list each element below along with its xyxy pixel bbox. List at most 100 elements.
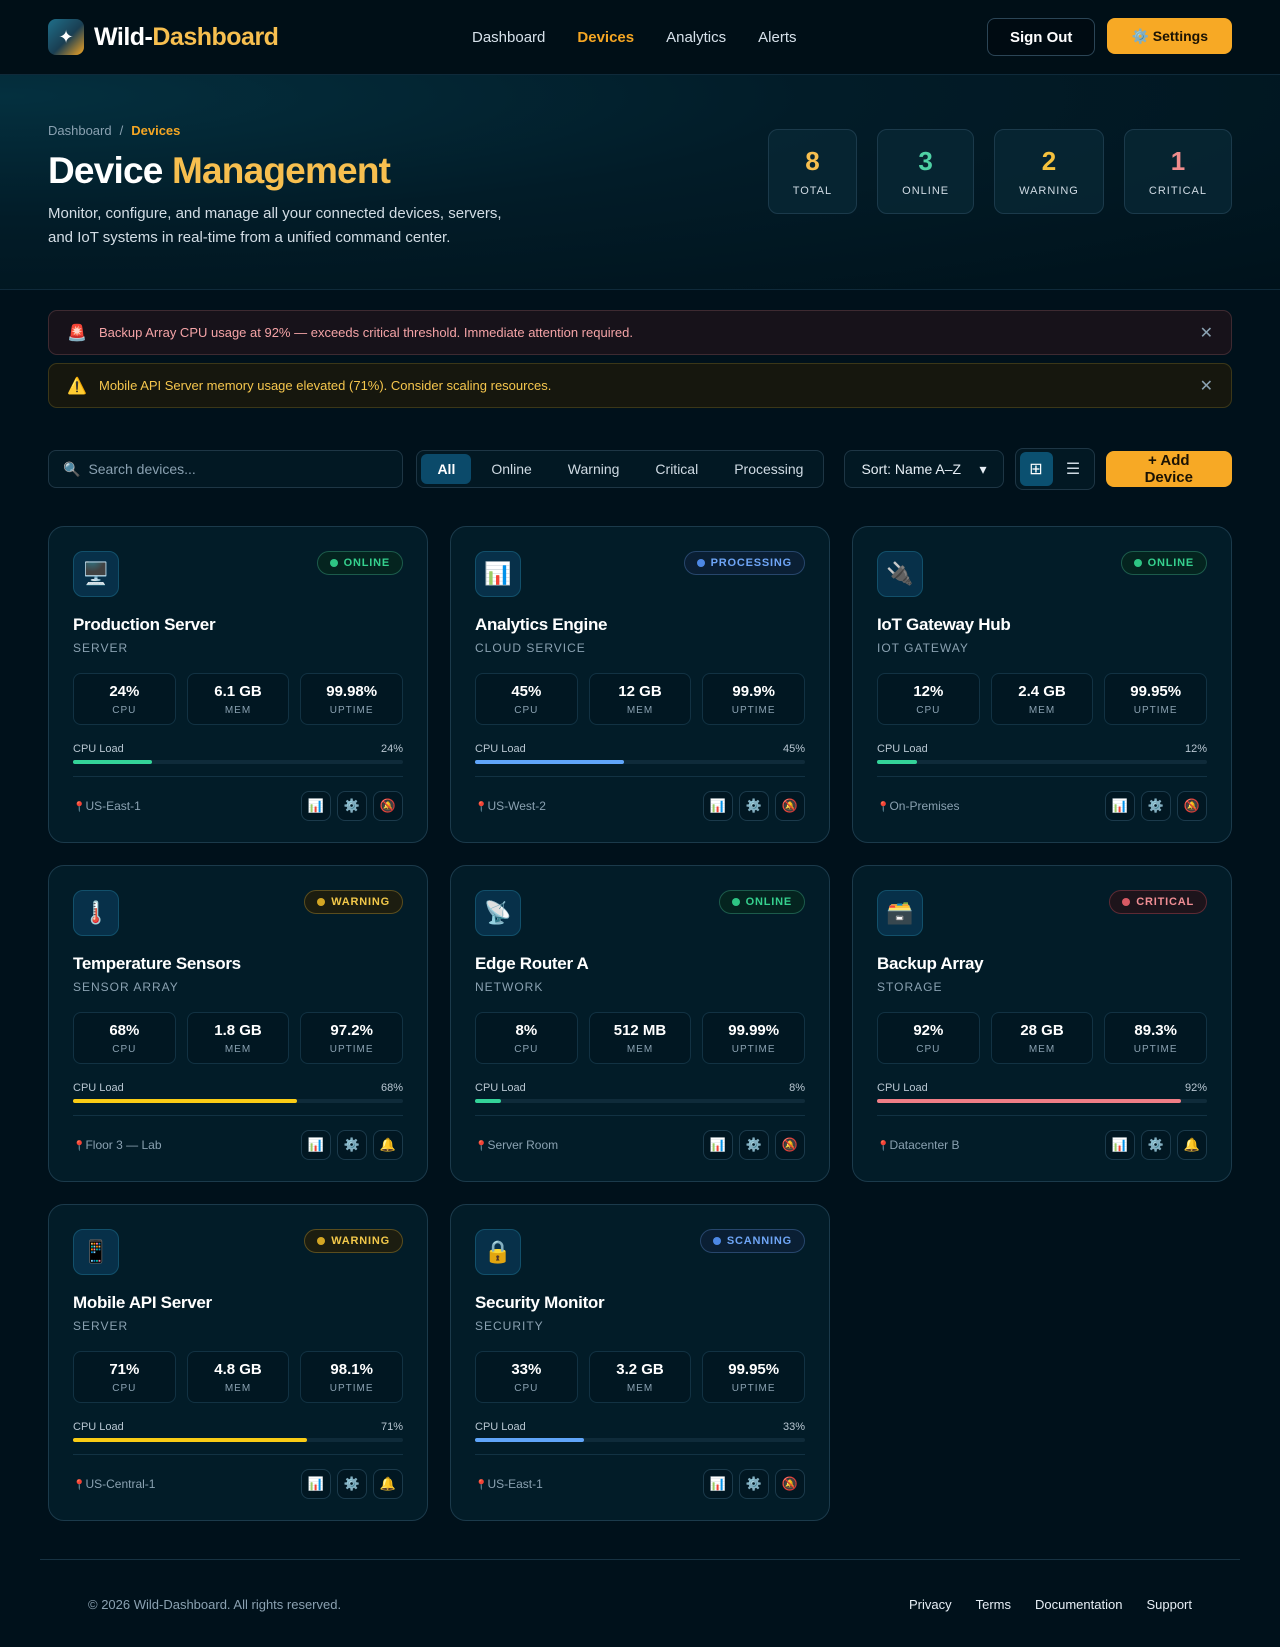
footer-link-terms[interactable]: Terms — [976, 1597, 1011, 1612]
chart-icon[interactable]: 📊 — [301, 1469, 331, 1499]
device-metrics: 68% CPU 1.8 GB MEM 97.2% UPTIME — [73, 1012, 404, 1064]
nav-analytics[interactable]: Analytics — [666, 29, 726, 46]
device-type: IOT GATEWAY — [877, 641, 969, 655]
chart-icon[interactable]: 📊 — [301, 791, 331, 821]
filter-online[interactable]: Online — [475, 454, 547, 484]
device-card[interactable]: 🌡️ WARNING Temperature Sensors SENSOR ARRAY… — [48, 865, 428, 1182]
filter-processing[interactable]: Processing — [718, 454, 819, 484]
status-label: ONLINE — [745, 896, 792, 908]
device-location: 📍US-West-2 — [475, 799, 546, 813]
metric-cpu: 45% CPU — [475, 673, 578, 725]
bell-off-icon[interactable]: 🔕 — [775, 791, 805, 821]
filter-all[interactable]: All — [421, 454, 472, 484]
gear-icon[interactable]: ⚙️ — [739, 1469, 769, 1499]
bell-icon[interactable]: 🔔 — [373, 1130, 403, 1160]
gear-icon[interactable]: ⚙️ — [337, 1130, 367, 1160]
device-card[interactable]: 📡 ONLINE Edge Router A NETWORK 8% CPU 512 MB ME… — [450, 865, 830, 1182]
cpu-load-bar — [475, 1438, 805, 1442]
bell-off-icon[interactable]: 🔕 — [373, 791, 403, 821]
device-card[interactable]: 🖥️ ONLINE Production Server SERVER 24% CPU 6.1… — [48, 526, 428, 843]
metric-uptime: 99.95% UPTIME — [702, 1351, 806, 1403]
bell-off-icon[interactable]: 🔕 — [775, 1469, 805, 1499]
status-badge: SCANNING — [699, 1229, 805, 1253]
location-pin-icon: 📍 — [73, 802, 86, 813]
filter-critical[interactable]: Critical — [639, 454, 714, 484]
gear-icon[interactable]: ⚙️ — [337, 791, 367, 821]
card-footer: 📍Floor 3 — Lab 📊 ⚙️ 🔔 — [73, 1115, 403, 1160]
bell-icon[interactable]: 🔔 — [1177, 1130, 1207, 1160]
device-metrics: 45% CPU 12 GB MEM 99.9% UPTIME — [475, 673, 806, 725]
stat-value: 1 — [1170, 146, 1186, 176]
status-dot — [1122, 898, 1131, 906]
footer-link-privacy[interactable]: Privacy — [909, 1597, 952, 1612]
device-card[interactable]: 📱 WARNING Mobile API Server SERVER 71% CPU 4.8… — [48, 1204, 428, 1521]
location-text: On-Premises — [889, 799, 960, 813]
card-header: 🖥️ ONLINE — [73, 551, 403, 597]
cpu-load-row: CPU Load 33% — [475, 1421, 805, 1433]
device-name: Analytics Engine — [475, 615, 608, 634]
metric-value: 24% — [109, 682, 140, 700]
gear-icon[interactable]: ⚙️ — [337, 1469, 367, 1499]
footer-link-documentation[interactable]: Documentation — [1035, 1597, 1122, 1612]
metric-label: MEM — [626, 704, 654, 716]
close-icon[interactable]: ✕ — [1200, 376, 1213, 396]
chart-icon[interactable]: 📊 — [1105, 1130, 1135, 1160]
stats-summary: 8 TOTAL 3 ONLINE 2 WARNING 1 CRITICAL — [767, 129, 1232, 214]
gear-icon[interactable]: ⚙️ — [1141, 1130, 1171, 1160]
metric-value: 97.2% — [330, 1021, 373, 1039]
chart-icon[interactable]: 📊 — [703, 1130, 733, 1160]
card-footer: 📍Datacenter B 📊 ⚙️ 🔔 — [877, 1115, 1207, 1160]
location-pin-icon: 📍 — [475, 802, 488, 813]
gear-icon[interactable]: ⚙️ — [739, 791, 769, 821]
cpu-load-label: CPU Load — [73, 1421, 124, 1433]
metric-value: 8% — [515, 1021, 538, 1039]
chart-icon[interactable]: 📊 — [301, 1130, 331, 1160]
nav-alerts[interactable]: Alerts — [758, 29, 796, 46]
brand[interactable]: ✦ Wild-Dashboard — [48, 19, 279, 55]
location-text: Floor 3 — Lab — [85, 1138, 162, 1152]
metric-cpu: 33% CPU — [475, 1351, 578, 1403]
device-card[interactable]: 🔌 ONLINE IoT Gateway Hub IOT GATEWAY 12% CPU 2… — [852, 526, 1232, 843]
footer-link-support[interactable]: Support — [1146, 1597, 1192, 1612]
breadcrumb-root[interactable]: Dashboard — [48, 123, 112, 138]
alerts-list: 🚨 Backup Array CPU usage at 92% — exceeds… — [0, 290, 1280, 408]
sort-select[interactable]: Sort: Name A–Z ▾ — [844, 450, 1004, 488]
gear-icon[interactable]: ⚙️ — [1141, 791, 1171, 821]
metric-label: CPU — [112, 704, 137, 716]
sign-out-button[interactable]: Sign Out — [986, 18, 1096, 56]
device-card[interactable]: 🔒 SCANNING Security Monitor SECURITY 33% CPU 3… — [450, 1204, 830, 1521]
cpu-load-bar-fill — [877, 1099, 1181, 1103]
bell-icon[interactable]: 🔔 — [373, 1469, 403, 1499]
search-input[interactable] — [88, 461, 389, 477]
device-name: Security Monitor — [475, 1293, 605, 1312]
bell-off-icon[interactable]: 🔕 — [775, 1130, 805, 1160]
metric-value: 512 MB — [613, 1021, 667, 1039]
filter-warning[interactable]: Warning — [552, 454, 636, 484]
metric-label: UPTIME — [1133, 704, 1178, 716]
cpu-load-bar-fill — [475, 1099, 502, 1103]
device-type-icon: 📡 — [475, 890, 521, 936]
metric-value: 33% — [511, 1360, 542, 1378]
cpu-load-label: CPU Load — [877, 1082, 928, 1094]
settings-button[interactable]: ⚙️ Settings — [1107, 18, 1232, 54]
chart-icon[interactable]: 📊 — [1105, 791, 1135, 821]
close-icon[interactable]: ✕ — [1200, 323, 1213, 343]
search-box: 🔍 — [48, 450, 404, 488]
device-card[interactable]: 📊 PROCESSING Analytics Engine CLOUD SERVICE… — [450, 526, 830, 843]
location-text: US-East-1 — [85, 799, 141, 813]
metric-label: UPTIME — [329, 1382, 374, 1394]
metric-value: 71% — [109, 1360, 140, 1378]
device-card[interactable]: 🗃️ CRITICAL Backup Array STORAGE 92% CPU 28 GB… — [852, 865, 1232, 1182]
add-device-button[interactable]: + Add Device — [1105, 451, 1232, 487]
metric-label: MEM — [626, 1043, 654, 1055]
chart-icon[interactable]: 📊 — [703, 791, 733, 821]
nav-dashboard[interactable]: Dashboard — [472, 29, 545, 46]
nav-devices[interactable]: Devices — [577, 29, 634, 46]
gear-icon[interactable]: ⚙️ — [739, 1130, 769, 1160]
cpu-load-label: CPU Load — [475, 1082, 526, 1094]
chart-icon[interactable]: 📊 — [703, 1469, 733, 1499]
bell-off-icon[interactable]: 🔕 — [1177, 791, 1207, 821]
grid-view-icon[interactable]: ⊞ — [1019, 452, 1053, 486]
list-view-icon[interactable]: ☰ — [1057, 452, 1090, 486]
card-footer: 📍Server Room 📊 ⚙️ 🔕 — [475, 1115, 805, 1160]
